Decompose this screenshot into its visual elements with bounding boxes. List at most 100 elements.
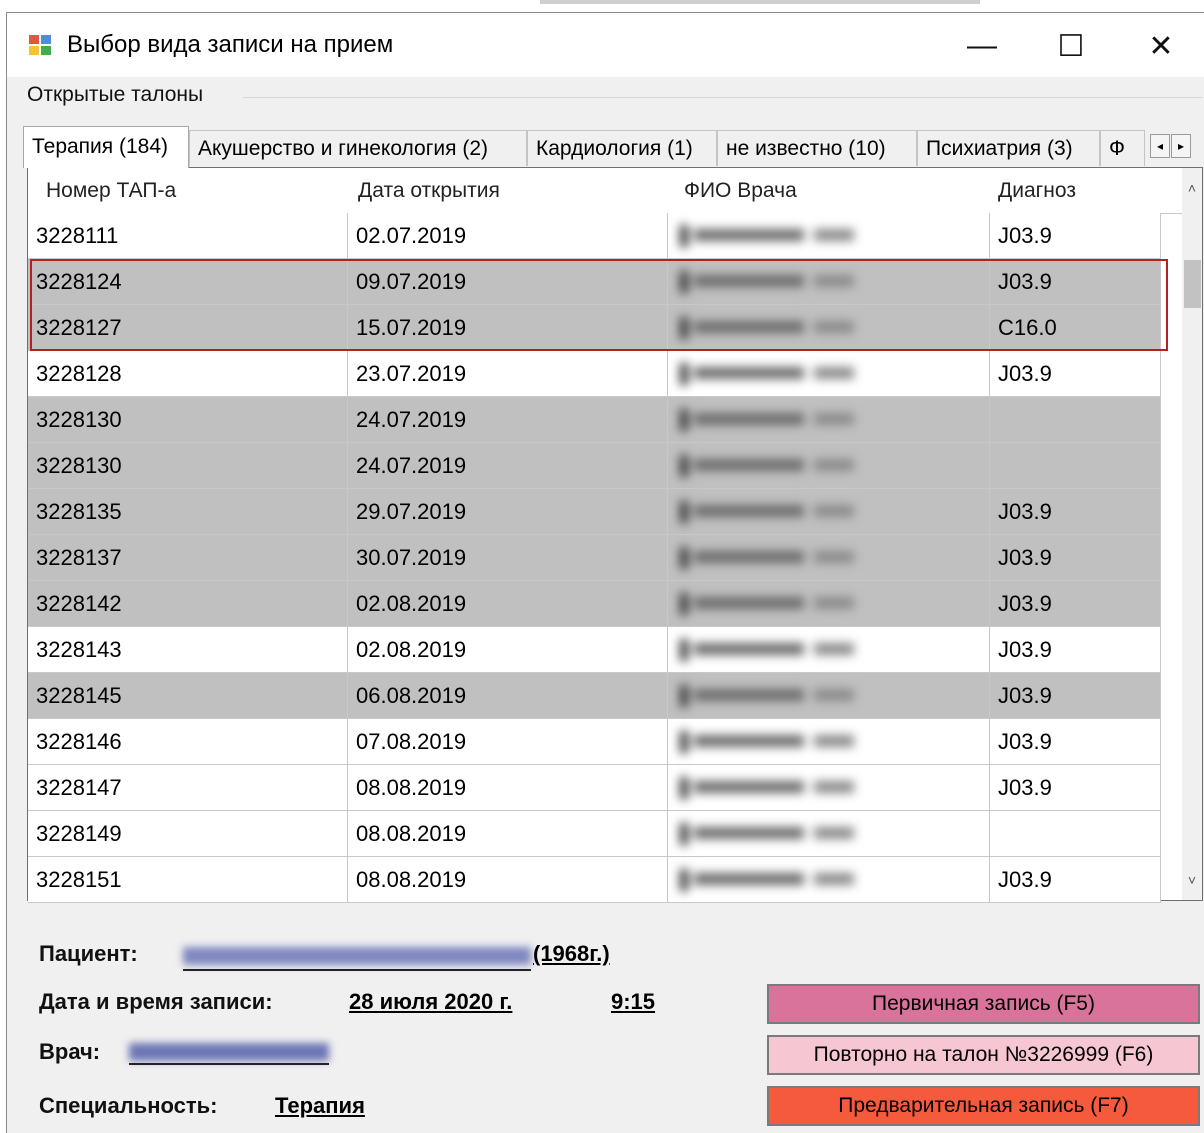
minimize-button[interactable]: — bbox=[952, 21, 1012, 71]
doctor-name-cell bbox=[668, 719, 990, 764]
doctor-name-redacted bbox=[680, 683, 870, 707]
repeat-ticket-button[interactable]: Повторно на талон №3226999 (F6) bbox=[767, 1035, 1200, 1075]
table-row[interactable]: 3228135 29.07.2019 J03.9 bbox=[28, 489, 1161, 535]
open-date-cell: 07.08.2019 bbox=[348, 719, 668, 764]
doctor-name-cell bbox=[668, 535, 990, 580]
open-date-cell: 02.08.2019 bbox=[348, 627, 668, 672]
doctor-name-cell bbox=[668, 673, 990, 718]
tab-truncated[interactable]: Ф bbox=[1100, 130, 1145, 166]
table-row[interactable]: 3228142 02.08.2019 J03.9 bbox=[28, 581, 1161, 627]
doctor-name-redacted bbox=[680, 223, 870, 247]
doctor-name-redacted bbox=[680, 361, 870, 385]
ticket-number-cell: 3228146 bbox=[28, 719, 348, 764]
arrow-right-icon: ▸ bbox=[1177, 139, 1185, 153]
doctor-name-cell bbox=[668, 811, 990, 856]
header-open-date[interactable]: Дата открытия bbox=[358, 168, 500, 213]
doctor-name-cell bbox=[668, 857, 990, 902]
open-date-cell: 02.08.2019 bbox=[348, 581, 668, 626]
doctor-label: Врач: bbox=[39, 1039, 101, 1064]
doctor-name-redacted bbox=[680, 591, 870, 615]
doctor-name-underline bbox=[129, 1063, 329, 1065]
table-row[interactable]: 3228143 02.08.2019 J03.9 bbox=[28, 627, 1161, 673]
primary-appointment-button[interactable]: Первичная запись (F5) bbox=[767, 984, 1200, 1024]
table-row[interactable]: 3228128 23.07.2019 J03.9 bbox=[28, 351, 1161, 397]
scroll-up-icon[interactable]: ˄ bbox=[1182, 178, 1202, 198]
open-date-cell: 24.07.2019 bbox=[348, 443, 668, 488]
ticket-number-cell: 3228142 bbox=[28, 581, 348, 626]
grid-header: Номер ТАП-а Дата открытия ФИО Врача Диаг… bbox=[28, 168, 1182, 214]
header-doctor-name[interactable]: ФИО Врача bbox=[684, 168, 797, 213]
diagnosis-cell: J03.9 bbox=[990, 581, 1161, 626]
ticket-number-cell: 3228128 bbox=[28, 351, 348, 396]
ticket-number-cell: 3228124 bbox=[28, 259, 348, 304]
table-row[interactable]: 3228145 06.08.2019 J03.9 bbox=[28, 673, 1161, 719]
ticket-number-cell: 3228149 bbox=[28, 811, 348, 856]
arrow-left-icon: ◂ bbox=[1156, 139, 1164, 153]
diagnosis-cell bbox=[990, 443, 1161, 488]
title-bar: Выбор вида записи на прием — ☐ ✕ bbox=[7, 13, 1204, 77]
doctor-name-redacted bbox=[680, 453, 870, 477]
table-row[interactable]: 3228147 08.08.2019 J03.9 bbox=[28, 765, 1161, 811]
scroll-down-icon[interactable]: ˅ bbox=[1182, 870, 1202, 890]
maximize-button[interactable]: ☐ bbox=[1041, 21, 1101, 71]
open-tickets-label: Открытые талоны bbox=[27, 83, 204, 106]
open-date-cell: 09.07.2019 bbox=[348, 259, 668, 304]
doctor-name-redacted bbox=[680, 637, 870, 661]
open-date-cell: 23.07.2019 bbox=[348, 351, 668, 396]
diagnosis-cell: J03.9 bbox=[990, 259, 1161, 304]
tab-psychiatry[interactable]: Психиатрия (3) bbox=[917, 130, 1100, 166]
diagnosis-cell: J03.9 bbox=[990, 765, 1161, 810]
table-row[interactable]: 3228149 08.08.2019 bbox=[28, 811, 1161, 857]
diagnosis-cell: J03.9 bbox=[990, 351, 1161, 396]
doctor-name-redacted bbox=[680, 867, 870, 891]
table-row[interactable]: 3228130 24.07.2019 bbox=[28, 397, 1161, 443]
tab-therapy[interactable]: Терапия (184) bbox=[23, 126, 189, 168]
doctor-name-redacted bbox=[680, 269, 870, 293]
close-icon: ✕ bbox=[1148, 29, 1174, 63]
open-date-cell: 30.07.2019 bbox=[348, 535, 668, 580]
maximize-icon: ☐ bbox=[1057, 29, 1085, 63]
ticket-number-cell: 3228145 bbox=[28, 673, 348, 718]
scroll-thumb[interactable] bbox=[1184, 260, 1201, 308]
ticket-number-cell: 3228127 bbox=[28, 305, 348, 350]
open-date-cell: 15.07.2019 bbox=[348, 305, 668, 350]
diagnosis-cell: J03.9 bbox=[990, 627, 1161, 672]
tab-strip: Терапия (184) Акушерство и гинекология (… bbox=[19, 126, 1199, 168]
appointment-datetime-label: Дата и время записи: bbox=[39, 989, 273, 1014]
close-button[interactable]: ✕ bbox=[1131, 21, 1191, 71]
ticket-number-cell: 3228147 bbox=[28, 765, 348, 810]
table-row[interactable]: 3228111 02.07.2019 J03.9 bbox=[28, 213, 1161, 259]
table-row[interactable]: 3228127 15.07.2019 C16.0 bbox=[28, 305, 1161, 351]
open-date-cell: 06.08.2019 bbox=[348, 673, 668, 718]
dialog-window: Выбор вида записи на прием — ☐ ✕ Открыты… bbox=[6, 12, 1204, 1133]
tab-scroll-left-button[interactable]: ◂ bbox=[1150, 134, 1170, 158]
table-row[interactable]: 3228130 24.07.2019 bbox=[28, 443, 1161, 489]
doctor-name-cell bbox=[668, 259, 990, 304]
vertical-scrollbar[interactable]: ˄ ˅ bbox=[1182, 168, 1202, 900]
tab-cardiology[interactable]: Кардиология (1) bbox=[527, 130, 717, 166]
table-row[interactable]: 3228124 09.07.2019 J03.9 bbox=[28, 259, 1161, 305]
tab-scroll-right-button[interactable]: ▸ bbox=[1171, 134, 1191, 158]
patient-birth-year: (1968г.) bbox=[533, 941, 610, 966]
doctor-name-cell bbox=[668, 627, 990, 672]
doctor-name-cell bbox=[668, 489, 990, 534]
table-row[interactable]: 3228151 08.08.2019 J03.9 bbox=[28, 857, 1161, 903]
doctor-name-cell bbox=[668, 765, 990, 810]
ticket-number-cell: 3228143 bbox=[28, 627, 348, 672]
header-ticket-number[interactable]: Номер ТАП-а bbox=[46, 168, 176, 213]
header-diagnosis[interactable]: Диагноз bbox=[998, 168, 1076, 213]
tab-obstetrics[interactable]: Акушерство и гинекология (2) bbox=[189, 130, 527, 166]
open-date-cell: 29.07.2019 bbox=[348, 489, 668, 534]
open-date-cell: 24.07.2019 bbox=[348, 397, 668, 442]
diagnosis-cell: J03.9 bbox=[990, 213, 1161, 258]
ticket-number-cell: 3228135 bbox=[28, 489, 348, 534]
ticket-number-cell: 3228137 bbox=[28, 535, 348, 580]
table-row[interactable]: 3228146 07.08.2019 J03.9 bbox=[28, 719, 1161, 765]
preliminary-appointment-button[interactable]: Предварительная запись (F7) bbox=[767, 1086, 1200, 1126]
doctor-name-cell bbox=[668, 581, 990, 626]
table-row[interactable]: 3228137 30.07.2019 J03.9 bbox=[28, 535, 1161, 581]
minimize-icon: — bbox=[967, 29, 997, 62]
appointment-date: 28 июля 2020 г. bbox=[349, 989, 513, 1014]
doctor-name-redacted bbox=[680, 315, 870, 339]
tab-unknown[interactable]: не известно (10) bbox=[717, 130, 917, 166]
